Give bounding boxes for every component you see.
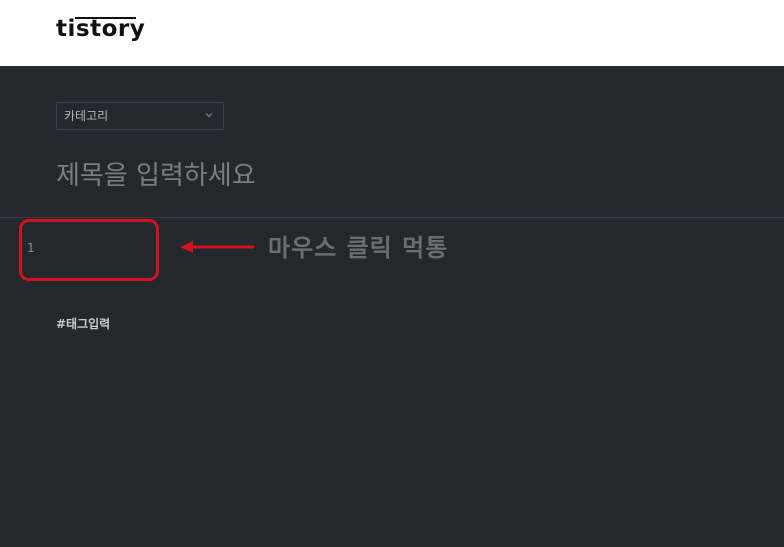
top-header: tistory [0, 0, 784, 66]
annotation-text: 마우스 클릭 먹통 [268, 234, 449, 262]
title-input[interactable]: 제목을 입력하세요 [56, 158, 256, 194]
tag-input[interactable]: #태그입력 [56, 316, 110, 332]
category-select[interactable]: 카테고리 [56, 102, 224, 130]
left-arrow-icon [180, 241, 254, 253]
tistory-logo[interactable]: tistory [56, 14, 145, 44]
post-editor: 카테고리 제목을 입력하세요 1 마우스 클릭 먹통 #태그입력 [0, 66, 784, 547]
chevron-down-icon [205, 113, 213, 118]
title-divider [0, 217, 784, 218]
category-select-label: 카테고리 [64, 109, 109, 123]
highlight-annotation-box [19, 219, 159, 281]
